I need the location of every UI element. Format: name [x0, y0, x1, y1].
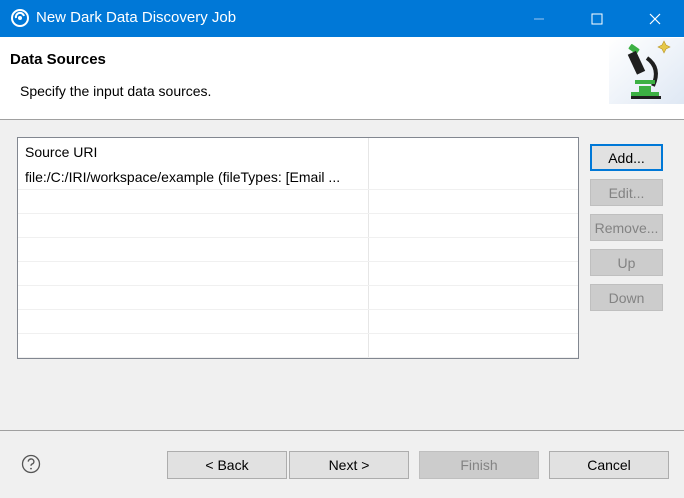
- table-row[interactable]: file:/C:/IRI/workspace/example (fileType…: [18, 166, 578, 190]
- eclipse-app-icon: [11, 9, 29, 27]
- table-row-empty: [18, 262, 578, 286]
- footer-separator: [0, 430, 684, 431]
- close-icon: [649, 13, 661, 24]
- table-cell-source-uri: file:/C:/IRI/workspace/example (fileType…: [25, 169, 341, 185]
- minimize-button[interactable]: [510, 0, 568, 37]
- add-button[interactable]: Add...: [590, 144, 663, 171]
- table-row-empty: [18, 190, 578, 214]
- help-icon[interactable]: [21, 454, 41, 474]
- title-bar[interactable]: New Dark Data Discovery Job: [0, 0, 684, 37]
- remove-button[interactable]: Remove...: [590, 214, 663, 241]
- next-button[interactable]: Next >: [289, 451, 409, 479]
- window-title: New Dark Data Discovery Job: [36, 9, 237, 26]
- maximize-button[interactable]: [568, 0, 626, 37]
- table-row-empty: [18, 214, 578, 238]
- microscope-logo-icon: [609, 38, 684, 104]
- table-row-empty: [18, 334, 578, 358]
- minimize-icon: [534, 18, 544, 19]
- finish-button[interactable]: Finish: [419, 451, 539, 479]
- data-sources-table[interactable]: Source URI file:/C:/IRI/workspace/exampl…: [17, 137, 579, 359]
- wizard-banner: Data Sources Specify the input data sour…: [0, 37, 684, 120]
- table-row-empty: [18, 286, 578, 310]
- edit-button[interactable]: Edit...: [590, 179, 663, 206]
- table-row-empty: [18, 238, 578, 262]
- maximize-icon: [591, 13, 603, 24]
- cancel-button[interactable]: Cancel: [549, 451, 669, 479]
- close-button[interactable]: [626, 0, 684, 37]
- back-button[interactable]: < Back: [167, 451, 287, 479]
- dialog-window: New Dark Data Discovery Job Data Sources…: [0, 0, 684, 498]
- table-row-empty: [18, 310, 578, 334]
- down-button[interactable]: Down: [590, 284, 663, 311]
- page-description: Specify the input data sources.: [20, 83, 212, 99]
- up-button[interactable]: Up: [590, 249, 663, 276]
- column-header-source-uri[interactable]: Source URI: [18, 138, 368, 166]
- page-title: Data Sources: [10, 51, 106, 68]
